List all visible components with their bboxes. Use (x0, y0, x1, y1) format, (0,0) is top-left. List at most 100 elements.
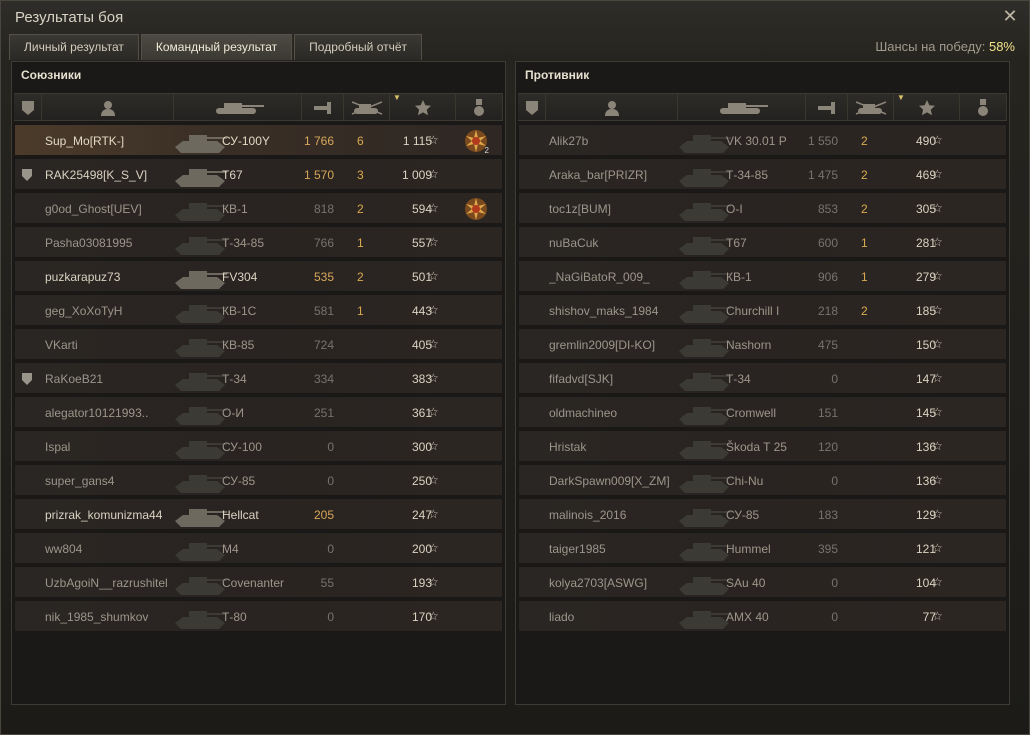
player-name: UzbAgoiN__razrushitel (45, 576, 168, 590)
tank-icon (677, 365, 731, 393)
experience-star-icon: ☆ (932, 575, 943, 589)
player-row[interactable]: UzbAgoiN__razrushitel Covenanter 55 193 ☆ (14, 566, 503, 598)
player-name: oldmachineo (549, 406, 618, 420)
column-damage-icon[interactable] (806, 94, 848, 121)
tank-icon (173, 467, 227, 495)
column-experience-star-icon[interactable]: ▼ (894, 93, 960, 121)
player-name: gremlin2009[DI-KO] (549, 338, 656, 352)
experience-star-icon: ☆ (428, 337, 439, 351)
player-row[interactable]: DarkSpawn009[X_ZM] Chi-Nu 0 136 ☆ (518, 464, 1007, 496)
player-row[interactable]: puzkarapuz73 FV304 535 2 501 ☆ (14, 260, 503, 292)
player-row[interactable]: Alik27b VK 30.01 P1 550 2 490 ☆ (518, 124, 1007, 156)
column-medal-icon[interactable] (960, 94, 1007, 121)
player-name: prizrak_komunizma44 (45, 508, 163, 522)
tab-personal-result[interactable]: Личный результат (9, 34, 139, 60)
player-row[interactable]: Hristak Škoda T 25 120 136 ☆ (518, 430, 1007, 462)
column-medal-icon[interactable] (456, 94, 503, 121)
enemies-title: Противник (525, 68, 590, 82)
player-row[interactable]: kolya2703[ASWG] SAu 40 0 104 ☆ (518, 566, 1007, 598)
column-player-icon[interactable] (546, 94, 678, 121)
player-row[interactable]: Pasha03081995 Т-34-85 766 1 557 ☆ (14, 226, 503, 258)
player-name: Ispal (45, 440, 71, 454)
player-row[interactable]: toc1z[BUM] О-I 853 2 305 ☆ (518, 192, 1007, 224)
player-row[interactable]: gremlin2009[DI-KO] Nashorn 475 150 ☆ (518, 328, 1007, 360)
tank-icon (173, 433, 227, 461)
experience-star-icon: ☆ (932, 541, 943, 555)
column-kills-icon[interactable] (848, 94, 894, 121)
player-row[interactable]: ww804 M4 0 200 ☆ (14, 532, 503, 564)
player-row[interactable]: fifadvd[SJK] Т-34 0 147 ☆ (518, 362, 1007, 394)
damage-value: 853 (817, 202, 838, 216)
player-row[interactable]: Ispal СУ-100 0 300 ☆ (14, 430, 503, 462)
player-row[interactable]: oldmachineo Cromwell 151 145 ☆ (518, 396, 1007, 428)
tank-name: Covenanter (222, 576, 285, 590)
sort-descending-icon: ▼ (897, 93, 905, 102)
player-row[interactable]: nik_1985_shumkov Т-80 0 170 ☆ (14, 600, 503, 632)
player-row[interactable]: taiger1985 Hummel 395 121 ☆ (518, 532, 1007, 564)
player-row[interactable]: alegator10121993.. О-И 251 361 ☆ (14, 396, 503, 428)
player-name: RAK25498[K_S_V] (45, 168, 148, 182)
player-row[interactable]: super_gans4 СУ-85 0 250 ☆ (14, 464, 503, 496)
player-row[interactable]: liado AMX 40 0 77 ☆ (518, 600, 1007, 632)
player-row[interactable]: prizrak_komunizma44 Hellcat 205 247 ☆ (14, 498, 503, 530)
tank-icon (677, 195, 731, 223)
column-clan-badge-icon[interactable] (14, 94, 42, 121)
player-row[interactable]: nuBaCuk T67 600 1 281 ☆ (518, 226, 1007, 258)
tank-icon (173, 161, 227, 189)
tank-name: СУ-85 (726, 508, 760, 522)
close-icon[interactable]: ✕ (1001, 7, 1019, 25)
tank-icon (173, 569, 227, 597)
tank-name: Т-34-85 (222, 236, 265, 250)
experience-star-icon (918, 99, 935, 115)
experience-star-icon: ☆ (428, 201, 439, 215)
player-row[interactable]: Sup_Mo[RTK-] СУ-100Y 1 766 6 1 115 ☆ 2 (14, 124, 503, 156)
player-row[interactable]: RAK25498[K_S_V] T67 1 570 3 1 009 ☆ (14, 158, 503, 190)
medal-icon (474, 98, 484, 116)
player-row[interactable]: malinois_2016 СУ-85 183 129 ☆ (518, 498, 1007, 530)
column-kills-icon[interactable] (344, 94, 390, 121)
damage-icon (817, 101, 835, 114)
damage-value: 535 (313, 270, 334, 284)
window-title: Результаты боя (15, 9, 124, 26)
player-row[interactable]: shishov_maks_1984 Churchill I 218 2 185 ☆ (518, 294, 1007, 326)
player-name: malinois_2016 (549, 508, 627, 522)
experience-star-icon: ☆ (932, 303, 943, 317)
experience-star-icon: ☆ (932, 167, 943, 181)
column-damage-icon[interactable] (302, 94, 344, 121)
experience-star-icon: ☆ (428, 133, 439, 147)
column-tank-icon[interactable] (678, 94, 806, 121)
column-experience-star-icon[interactable]: ▼ (390, 93, 456, 121)
tab-detailed-report[interactable]: Подробный отчёт (294, 34, 423, 60)
player-row[interactable]: g0od_Ghost[UEV] КВ-1 818 2 594 ☆ (14, 192, 503, 224)
damage-value: 205 (313, 508, 334, 522)
damage-value: 766 (313, 236, 334, 250)
player-row[interactable]: Araka_bar[PRIZR] Т-34-85 1 475 2 469 ☆ (518, 158, 1007, 190)
medal-icon[interactable] (463, 196, 489, 222)
tank-name: КВ-1 (726, 270, 752, 284)
damage-value: 0 (327, 440, 334, 454)
allies-rows: Sup_Mo[RTK-] СУ-100Y 1 766 6 1 115 ☆ 2 RAK25498… (14, 124, 503, 634)
win-chance: Шансы на победу: 58% (875, 39, 1015, 54)
player-row[interactable]: _NaGiBatoR_009_ КВ-1 906 1 279 ☆ (518, 260, 1007, 292)
tank-icon (677, 331, 731, 359)
tank-icon (173, 229, 227, 257)
column-clan-badge-icon[interactable] (518, 94, 546, 121)
tab-team-result[interactable]: Командный результат (140, 34, 293, 60)
player-icon (100, 100, 115, 116)
damage-value: 120 (817, 440, 838, 454)
player-name: nik_1985_shumkov (45, 610, 149, 624)
tank-icon (215, 102, 264, 114)
medal-icon[interactable]: 2 (463, 128, 489, 155)
kills-value: 2 (861, 134, 868, 148)
player-row[interactable]: VKarti КВ-85 724 405 ☆ (14, 328, 503, 360)
kills-value: 2 (357, 270, 364, 284)
tank-icon (677, 399, 731, 427)
column-player-icon[interactable] (42, 94, 174, 121)
tank-icon (173, 127, 227, 155)
column-tank-icon[interactable] (174, 94, 302, 121)
experience-star-icon: ☆ (932, 439, 943, 453)
damage-value: 183 (817, 508, 838, 522)
tank-name: Churchill I (726, 304, 780, 318)
player-row[interactable]: RaKoeB21 Т-34 334 383 ☆ (14, 362, 503, 394)
player-row[interactable]: geg_XoXoTyH КВ-1С 581 1 443 ☆ (14, 294, 503, 326)
